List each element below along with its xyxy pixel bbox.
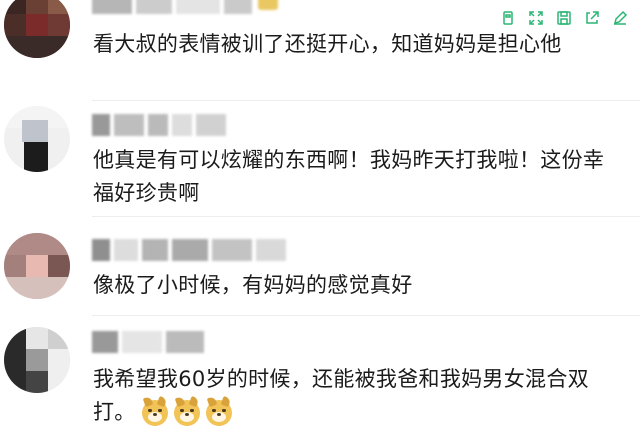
comment-item: 我希望我60岁的时候，还能被我爸和我妈男女混合双打。 <box>0 315 640 446</box>
share-icon[interactable] <box>580 6 604 30</box>
emoji-row <box>141 395 232 426</box>
comment-item: 他真是有可以炫耀的东西啊！我妈昨天打我啦！这份幸福好珍贵啊 <box>0 100 640 217</box>
avatar[interactable] <box>4 0 70 58</box>
username[interactable] <box>92 239 312 263</box>
comment-item: 像极了小时候，有妈妈的感觉真好 <box>0 217 640 316</box>
avatar[interactable] <box>4 233 70 299</box>
comment-text: 我希望我60岁的时候，还能被我爸和我妈男女混合双打。 <box>93 363 623 429</box>
edit-icon[interactable] <box>608 6 632 30</box>
copy-icon[interactable] <box>496 6 520 30</box>
expand-icon[interactable] <box>524 6 548 30</box>
avatar[interactable] <box>4 106 70 172</box>
doge-emoji-icon <box>205 395 232 426</box>
image-toolbar <box>492 4 636 32</box>
comment-text: 他真是有可以炫耀的东西啊！我妈昨天打我啦！这份幸福好珍贵啊 <box>93 148 605 205</box>
comment-text: 像极了小时候，有妈妈的感觉真好 <box>93 273 413 297</box>
save-icon[interactable] <box>552 6 576 30</box>
username[interactable] <box>92 114 242 138</box>
doge-emoji-icon <box>141 395 168 426</box>
username[interactable] <box>92 331 232 355</box>
comment-text: 看大叔的表情被训了还挺开心，知道妈妈是担心他 <box>93 32 562 56</box>
avatar[interactable] <box>4 327 70 393</box>
username[interactable] <box>92 0 292 16</box>
doge-emoji-icon <box>173 395 200 426</box>
